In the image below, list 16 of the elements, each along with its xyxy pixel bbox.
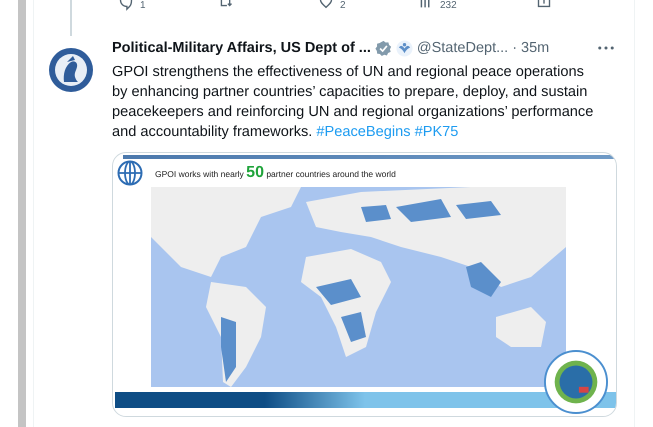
tweet-text: GPOI strengthens the effectiveness of UN and regional peace operations by enhancing partner countries’ capacities to prepare, deploy, and sustain peacekeepers and reinforcing UN and regional organizations’ performance and accountability frameworks. #PeaceBegins #PK75 <box>112 63 594 142</box>
post-time[interactable]: · 35m <box>512 40 550 56</box>
scroll-bar[interactable] <box>18 0 26 427</box>
image-headline: GPOI works with nearly 50 partner countries around the world <box>155 164 396 182</box>
account-handle[interactable]: @StateDept... <box>416 40 508 56</box>
action-count: 232 <box>440 0 457 11</box>
eagle-seal-icon <box>396 40 413 56</box>
action-count: 2 <box>340 0 346 11</box>
seal-logo <box>544 350 608 414</box>
speech-bubble-icon[interactable] <box>118 0 134 11</box>
image-card[interactable]: GPOI works with nearly 50 partner countries around the world <box>112 152 617 417</box>
seal-avatar[interactable] <box>47 46 95 94</box>
action-count: 1 <box>140 0 146 11</box>
account-name[interactable]: Political-Military Affairs, US Dept of ... <box>112 40 371 56</box>
more-options-icon[interactable] <box>598 46 614 50</box>
globe-icon <box>117 160 143 186</box>
